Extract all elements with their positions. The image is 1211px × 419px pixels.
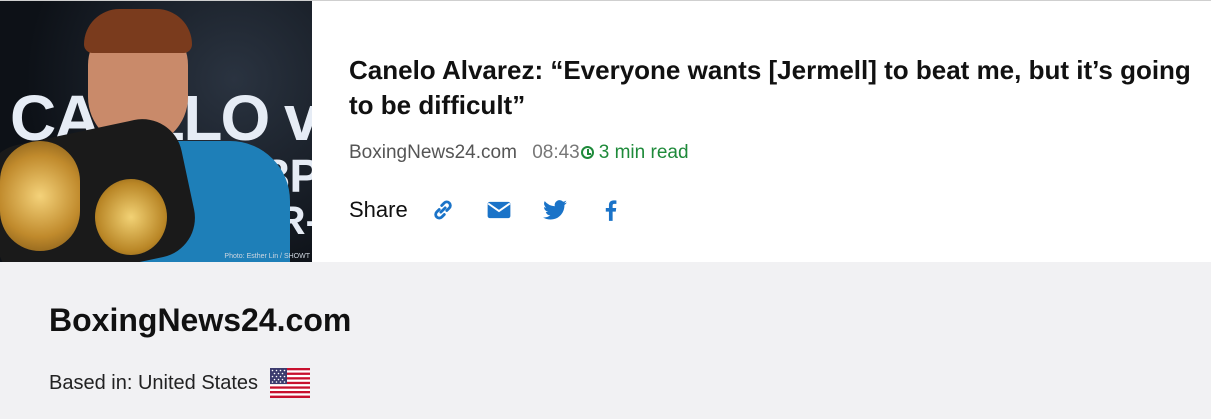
article-thumbnail[interactable]: CANELO vs CH 30 8PM ER- Photo: Esther Li…	[0, 1, 312, 262]
article-meta: BoxingNews24.com 08:43 3 min read	[349, 142, 689, 164]
us-flag-icon	[270, 368, 311, 398]
article-source[interactable]: BoxingNews24.com	[349, 142, 517, 163]
article-time: 08:43	[532, 142, 580, 163]
clock-icon	[580, 146, 594, 159]
thumbnail-belt-plate	[95, 179, 167, 255]
thumbnail-belt-plate	[0, 141, 80, 251]
thumbnail-figure-hair	[84, 9, 192, 53]
source-location-label: Based in: United States	[49, 371, 259, 394]
share-bar: Share	[349, 193, 654, 227]
share-label: Share	[349, 197, 408, 222]
email-icon[interactable]	[486, 197, 512, 223]
link-icon[interactable]	[430, 197, 456, 223]
source-location: Based in: United States	[49, 368, 311, 398]
article-title[interactable]: Canelo Alvarez: “Everyone wants [Jermell…	[349, 53, 1199, 123]
twitter-icon[interactable]	[542, 197, 568, 223]
read-time: 3 min read	[598, 142, 689, 163]
facebook-icon[interactable]	[598, 197, 624, 223]
article-card: CANELO vs CH 30 8PM ER- Photo: Esther Li…	[0, 1, 1211, 262]
photo-credit: Photo: Esther Lin / SHOWT	[224, 253, 310, 260]
source-name[interactable]: BoxingNews24.com	[49, 302, 351, 339]
